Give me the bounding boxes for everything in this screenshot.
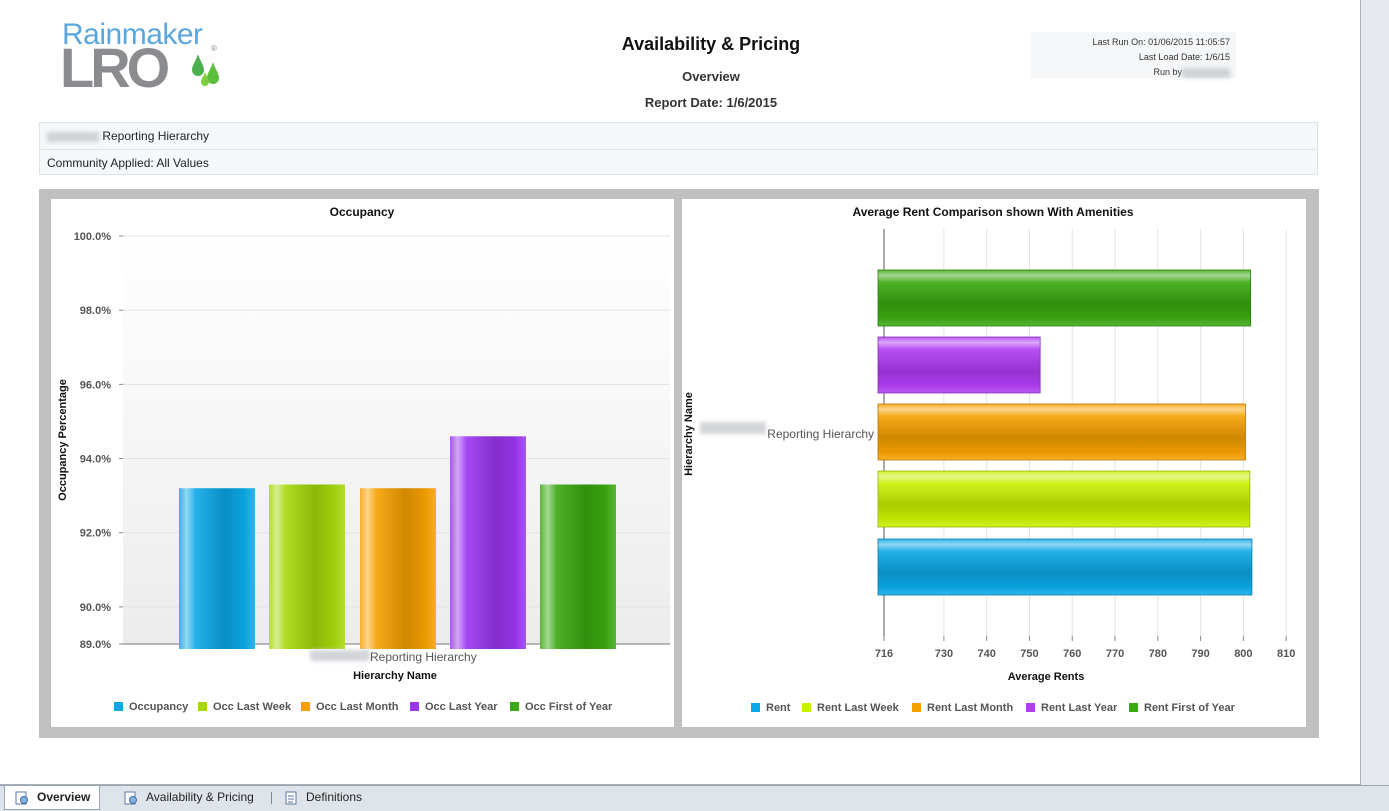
filter-hierarchy-row: Reporting Hierarchy [40, 123, 1317, 149]
legend-label: Rent Last Month [927, 702, 1013, 714]
filter-box: Reporting Hierarchy Community Applied: A… [39, 122, 1318, 175]
legend-swatch [1129, 703, 1138, 712]
redacted-name [700, 422, 766, 434]
legend-swatch [1026, 703, 1035, 712]
legend-label: Rent Last Year [1041, 702, 1118, 714]
chart-title: Occupancy [330, 205, 395, 219]
legend-label: Occ Last Week [213, 701, 292, 713]
x-tick-label: 730 [935, 648, 953, 660]
tab-overview-label: Overview [37, 790, 91, 804]
sheet-tab-bar: Overview Availability & Pricing Definiti… [0, 785, 1389, 811]
legend-swatch [802, 703, 811, 712]
bar-occ-last-month [360, 488, 436, 649]
x-tick-label: 760 [1063, 648, 1081, 660]
x-tick-label: 750 [1020, 648, 1038, 660]
run-by-line: Run by [1031, 65, 1230, 80]
y-tick-label: 89.0% [80, 639, 111, 651]
y-axis-title: Occupancy Percentage [57, 379, 69, 501]
filter-community-text: Community Applied: All Values [47, 156, 209, 170]
bar-rent-first-of-year [877, 269, 1252, 327]
legend-label: Occ First of Year [525, 701, 613, 713]
filter-community-row: Community Applied: All Values [40, 149, 1317, 175]
x-axis-title: Average Rents [1008, 671, 1085, 683]
legend-swatch [198, 702, 207, 711]
y-category-label: Reporting Hierarchy [767, 427, 874, 441]
bar-rent-last-year [877, 336, 1041, 394]
logo-text-lro: LRO [60, 36, 170, 99]
document-icon [285, 791, 297, 805]
y-tick-label: 90.0% [80, 602, 111, 614]
x-tick-label: 780 [1149, 648, 1167, 660]
legend-swatch [912, 703, 921, 712]
vertical-scrollbar[interactable] [1361, 0, 1389, 785]
bar-rent [877, 538, 1253, 596]
x-tick-label: 790 [1191, 648, 1209, 660]
bar-rent-last-week [877, 470, 1251, 528]
legend-label: Rent [766, 702, 791, 714]
y-tick-label: 92.0% [80, 528, 111, 540]
rent-chart-panel: Average Rent Comparison shown With Ameni… [682, 199, 1306, 727]
y-tick-label: 100.0% [74, 231, 112, 243]
tab-availability-pricing[interactable]: Availability & Pricing [114, 786, 264, 810]
x-axis-title: Hierarchy Name [353, 670, 437, 682]
water-drops-icon [192, 54, 219, 86]
redacted-user [1182, 67, 1230, 78]
charts-frame: Occupancy 100.0% 98.0% 96.0% 94.0% 92.0% 90.0%… [39, 189, 1319, 738]
legend-swatch [510, 702, 519, 711]
legend-label: Occ Last Year [425, 701, 498, 713]
x-tick-label: 716 [875, 648, 893, 660]
tab-overview[interactable]: Overview [4, 786, 100, 810]
run-by-text: Run by [1153, 67, 1182, 77]
bar-occ-last-year [450, 436, 526, 649]
redacted-name [310, 650, 370, 661]
legend-swatch [301, 702, 310, 711]
x-tick-label: 800 [1234, 648, 1252, 660]
report-icon [15, 791, 28, 805]
tab-definitions-label: Definitions [306, 790, 363, 804]
occupancy-chart: Occupancy 100.0% 98.0% 96.0% 94.0% 92.0% 90.0%… [57, 205, 670, 713]
legend-label: Occupancy [129, 701, 189, 713]
average-rent-chart: Average Rent Comparison shown With Ameni… [683, 205, 1295, 714]
tab-availability-pricing-label: Availability & Pricing [146, 790, 254, 804]
x-tick-label: 770 [1106, 648, 1124, 660]
report-icon [124, 791, 137, 805]
legend-swatch [751, 703, 760, 712]
filter-hierarchy-text: Reporting Hierarchy [102, 129, 210, 143]
bar-occupancy [179, 488, 255, 649]
y-tick-label: 94.0% [80, 454, 111, 466]
last-run-text: Last Run On: 01/06/2015 11:05:57 [1092, 37, 1230, 47]
run-info-box: Last Run On: 01/06/2015 11:05:57 Last Lo… [1031, 32, 1236, 78]
tab-separator [271, 792, 272, 804]
report-subtitle: Overview [682, 69, 740, 84]
tab-definitions[interactable]: Definitions [274, 786, 384, 810]
x-tick-label: 740 [978, 648, 996, 660]
report-title: Availability & Pricing [621, 34, 801, 54]
last-load-text: Last Load Date: 1/6/15 [1138, 52, 1230, 62]
x-category-label: Reporting Hierarchy [370, 650, 477, 664]
legend-swatch [114, 702, 123, 711]
redacted-name [47, 131, 99, 142]
bar-occ-last-week [269, 484, 345, 649]
rainmaker-lro-logo: Rainmaker ® LRO [60, 14, 232, 99]
y-tick-label: 96.0% [80, 379, 111, 391]
y-tick-label: 98.0% [80, 305, 111, 317]
occupancy-chart-panel: Occupancy 100.0% 98.0% 96.0% 94.0% 92.0% 90.0%… [51, 199, 674, 727]
report-date: Report Date: 1/6/2015 [644, 95, 778, 110]
legend-label: Rent First of Year [1144, 702, 1236, 714]
bar-occ-first-of-year [540, 484, 616, 649]
legend-label: Rent Last Week [817, 702, 900, 714]
bar-rent-last-month [877, 403, 1246, 461]
report-page: Rainmaker ® LRO Availability & Pricing O… [0, 0, 1361, 785]
legend-label: Occ Last Month [316, 701, 399, 713]
legend-swatch [410, 702, 419, 711]
y-axis-title: Hierarchy Name [683, 392, 695, 476]
chart-title: Average Rent Comparison shown With Ameni… [852, 205, 1133, 219]
x-tick-label: 810 [1277, 648, 1295, 660]
